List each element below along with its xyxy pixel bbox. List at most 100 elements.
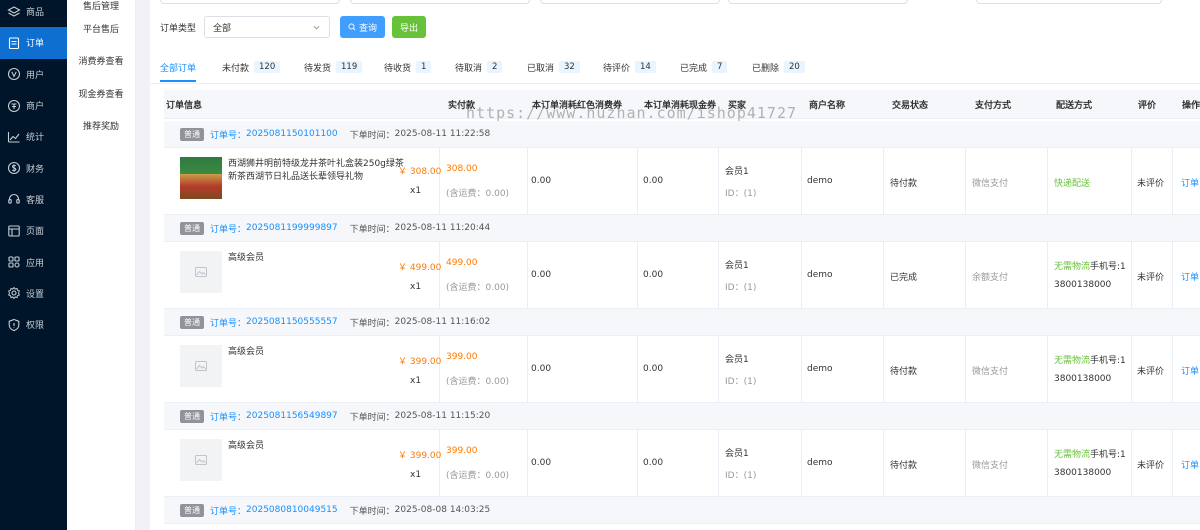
delivery-method: 无需物流手机号:1	[1054, 447, 1126, 460]
sidebar-item-shield[interactable]: 权限	[0, 309, 67, 340]
order-type-tag: 普通	[180, 409, 204, 423]
order-no[interactable]: 2025081156549897	[246, 411, 338, 421]
tab-status[interactable]: 待发货 119	[304, 55, 363, 79]
table-cell	[440, 148, 528, 215]
image-placeholder-icon	[195, 455, 207, 465]
tab-status[interactable]: 待取消 2	[455, 55, 503, 79]
sidebar-item-layers[interactable]: 商品	[0, 0, 67, 27]
order-detail-link[interactable]: 订单	[1181, 176, 1199, 189]
order-no[interactable]: 2025081150101100	[246, 129, 338, 139]
order-detail-link[interactable]: 订单	[1181, 364, 1199, 377]
sidebar-item-label: 权限	[26, 321, 45, 332]
buyer-name: 会员1	[725, 167, 749, 177]
top-filter-input[interactable]	[728, 0, 908, 4]
delivery-type: 无需物流	[1054, 262, 1091, 272]
red-voucher-used: 0.00	[531, 458, 552, 468]
sub-item-consumer-voucher[interactable]: 消费券查看	[67, 45, 135, 78]
sidebar-item-finance[interactable]: 财务	[0, 152, 67, 183]
order-type-tag: 普通	[180, 315, 204, 329]
sidebar-item-user-v[interactable]: 用户	[0, 59, 67, 90]
sidebar-item-page[interactable]: 页面	[0, 215, 67, 246]
trade-status: 已完成	[890, 273, 918, 283]
product-image[interactable]	[180, 157, 222, 199]
sidebar-item-headset[interactable]: 客服	[0, 184, 67, 215]
trade-status: 待付款	[890, 461, 918, 471]
tab-label: 已删除	[752, 63, 780, 74]
order-body: 高级会员 ￥ 399.00 x1 399.00 (含运费：0.00) 0.00 0.00 会员…	[164, 430, 1200, 497]
sub-item-platform-after-sales[interactable]: 平台售后	[67, 12, 135, 45]
order-header: 普通 订单号： 2025081199999897 下单时间： 2025-08-11 11…	[164, 215, 1200, 242]
order-no[interactable]: 2025080810049515	[246, 505, 338, 515]
sidebar-item-merchant[interactable]: 商户	[0, 90, 67, 121]
sub-item-after-sales[interactable]: 售后管理	[67, 0, 135, 12]
sidebar-item-chart[interactable]: 统计	[0, 121, 67, 152]
order-status-tabs: 全部订单 未付款 120 待发货 119 待收货 1 待取消 2 已取消 32 待评价 14 已完成 7 已删…	[160, 55, 1200, 82]
sidebar-item-label: 设置	[26, 289, 45, 300]
order-no-label: 订单号：	[210, 506, 247, 517]
order-card: 订单类型 全部 查询 导出 全部订单 未付款 120 待发货 119 待收货 1 待取消 2 已取…	[150, 0, 1200, 530]
top-filter-input[interactable]	[350, 0, 530, 4]
sidebar-item-order[interactable]: 订单	[0, 27, 67, 59]
order-time-label: 下单时间：	[349, 224, 395, 235]
shipping-fee: (含运费：0.00)	[446, 377, 510, 387]
paid-amount: 399.00	[446, 446, 478, 456]
order-no-label: 订单号：	[210, 224, 247, 235]
chevron-down-icon	[313, 25, 320, 29]
delivery-type: 无需物流	[1054, 450, 1091, 460]
paid-amount: 499.00	[446, 258, 478, 268]
query-label: 查询	[359, 23, 378, 34]
product-qty: x1	[410, 186, 422, 196]
product-name[interactable]: 高级会员	[228, 252, 408, 265]
order-type-select[interactable]: 全部	[204, 16, 331, 38]
sub-item-cash-voucher[interactable]: 现金券查看	[67, 77, 135, 110]
tab-label: 待评价	[603, 63, 631, 74]
tab-status[interactable]: 待评价 14	[603, 55, 656, 79]
tab-count-badge: 120	[254, 61, 281, 73]
cash-voucher-used: 0.00	[643, 270, 664, 280]
order-no[interactable]: 2025081150555557	[246, 317, 338, 327]
tab-label: 待取消	[455, 63, 483, 74]
sidebar-item-label: 商品	[26, 8, 45, 19]
table-cell	[1048, 430, 1132, 497]
tab-count-badge: 119	[336, 61, 363, 73]
payment-method: 余额支付	[972, 273, 1009, 283]
product-qty: x1	[410, 376, 422, 386]
tab-status[interactable]: 已完成 7	[680, 55, 728, 79]
order-detail-link[interactable]: 订单	[1181, 270, 1199, 283]
table-cell	[1048, 242, 1132, 309]
tab-status[interactable]: 已取消 32	[527, 55, 580, 79]
top-filter-input[interactable]	[976, 0, 1162, 4]
tab-status[interactable]: 待收货 1	[384, 55, 432, 79]
sidebar-item-apps[interactable]: 应用	[0, 246, 67, 277]
product-name[interactable]: 高级会员	[228, 346, 408, 359]
table-cell	[440, 242, 528, 309]
delivery-phone-label: 手机号:1	[1090, 356, 1126, 366]
paid-amount: 399.00	[446, 352, 478, 362]
filter-bar: 订单类型 全部 查询 导出	[160, 15, 427, 39]
finance-icon	[7, 162, 21, 175]
sub-item-referral-reward[interactable]: 推荐奖励	[67, 110, 135, 143]
product-name[interactable]: 高级会员	[228, 440, 408, 453]
query-button[interactable]: 查询	[340, 16, 386, 38]
delivery-method: 无需物流手机号:1	[1054, 353, 1126, 366]
order-no-label: 订单号：	[210, 130, 247, 141]
tab-status[interactable]: 全部订单	[160, 55, 197, 82]
product-unit-price: ￥ 399.00	[398, 451, 442, 461]
column-header: 操作	[1182, 101, 1200, 111]
tab-label: 已完成	[680, 63, 708, 74]
tab-status[interactable]: 已删除 20	[752, 55, 805, 79]
top-filter-input[interactable]	[160, 0, 340, 4]
red-voucher-used: 0.00	[531, 364, 552, 374]
column-header: 订单信息	[166, 101, 203, 111]
page-icon	[8, 225, 20, 237]
order-no[interactable]: 2025081199999897	[246, 223, 338, 233]
export-button[interactable]: 导出	[392, 16, 427, 38]
top-filter-input[interactable]	[540, 0, 720, 4]
sidebar-item-gear[interactable]: 设置	[0, 278, 67, 309]
order-detail-link[interactable]: 订单	[1181, 458, 1199, 471]
tab-status[interactable]: 未付款 120	[222, 55, 281, 79]
rating-status: 未评价	[1137, 461, 1165, 471]
order-type-tag: 普通	[180, 127, 204, 141]
product-name[interactable]: 西湖狮井明前特级龙井茶叶礼盒装250g绿茶新茶西湖节日礼品送长辈领导礼物	[228, 158, 408, 184]
chart-icon	[7, 131, 20, 143]
